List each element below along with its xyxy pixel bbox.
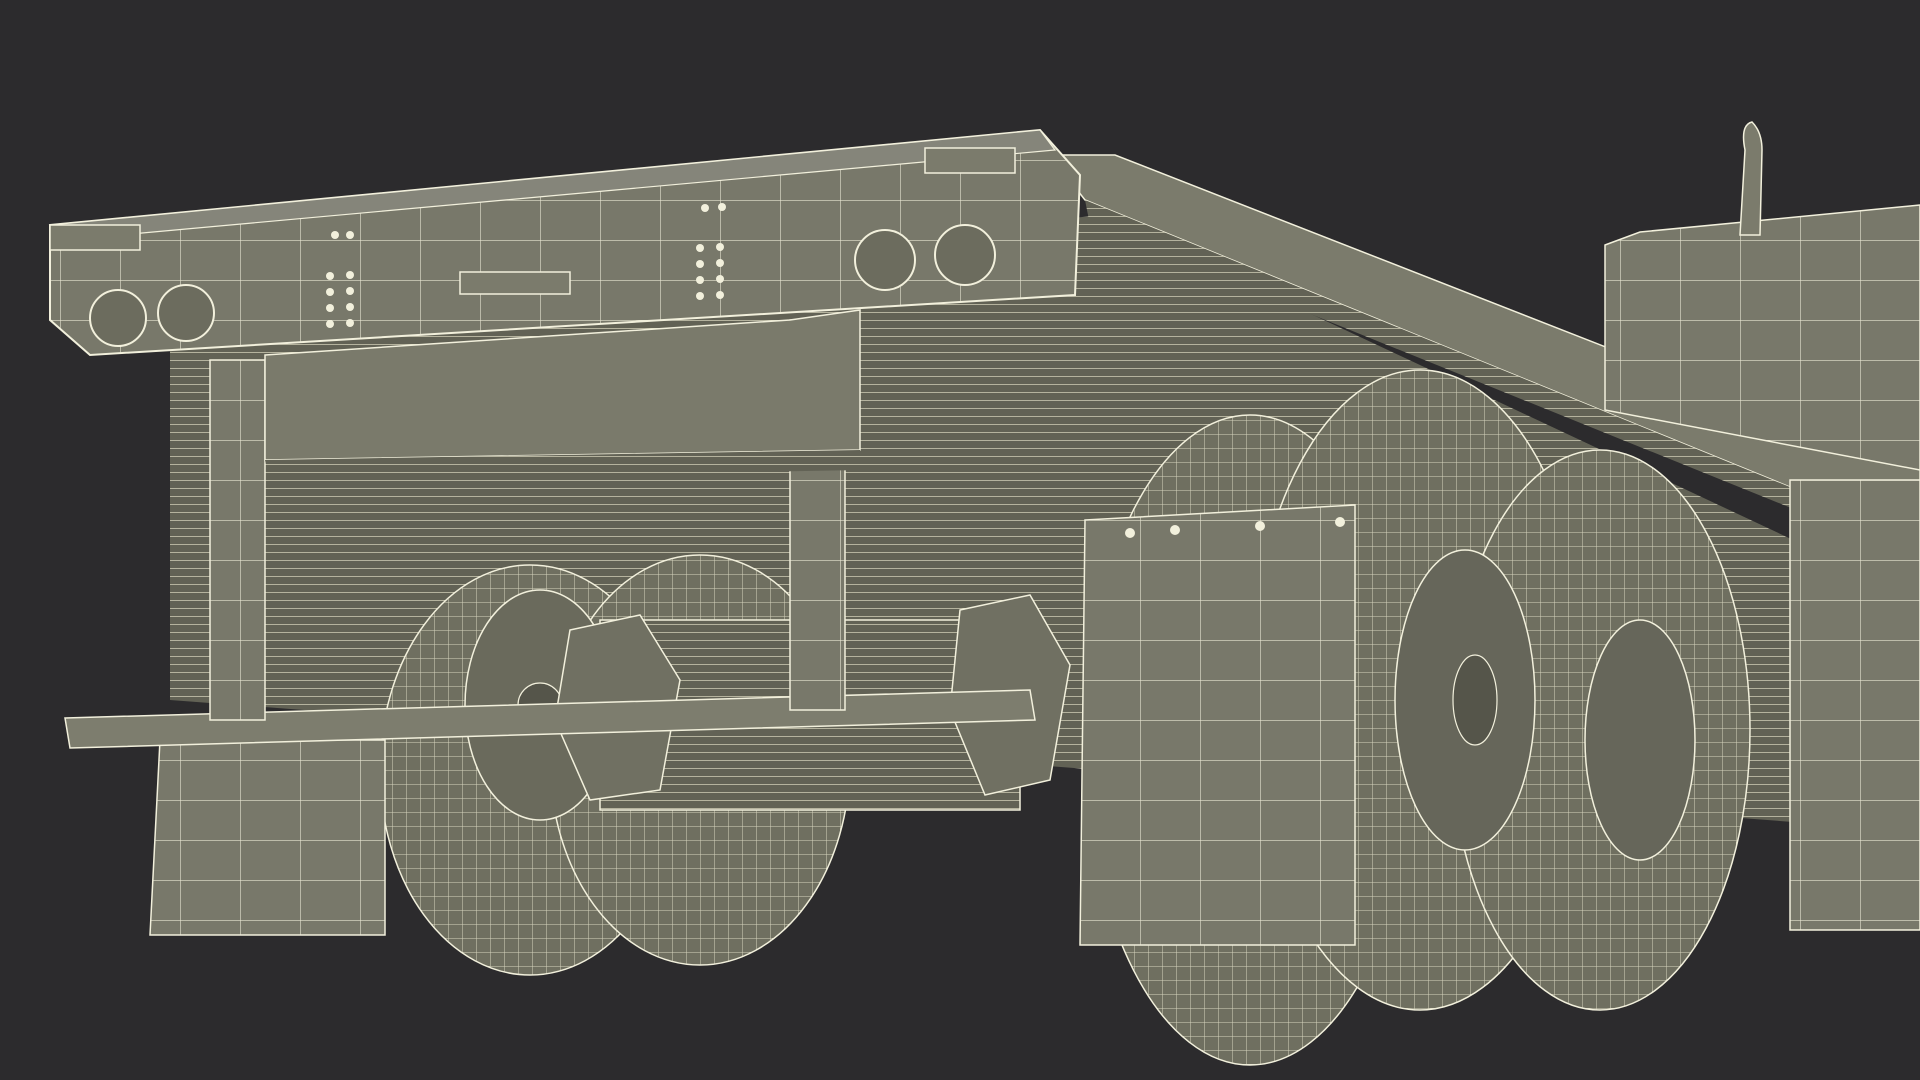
- tail-light-right-inner: [854, 229, 916, 291]
- exhaust-stack: [1739, 121, 1763, 236]
- hub-second-axle: [1584, 619, 1696, 861]
- fuel-tank-panel: [1789, 479, 1920, 931]
- tail-light-left-outer: [89, 289, 147, 347]
- tail-light-right-outer: [934, 224, 996, 286]
- license-plate-light: [459, 271, 571, 295]
- wireframe-render-canvas: [0, 0, 1920, 1080]
- tail-light-left-inner: [157, 284, 215, 342]
- mud-flap-left: [149, 739, 386, 936]
- post-left: [209, 359, 266, 721]
- trailer-wireframe-scene: [48, 121, 1920, 1066]
- mud-flap-right: [1079, 504, 1356, 946]
